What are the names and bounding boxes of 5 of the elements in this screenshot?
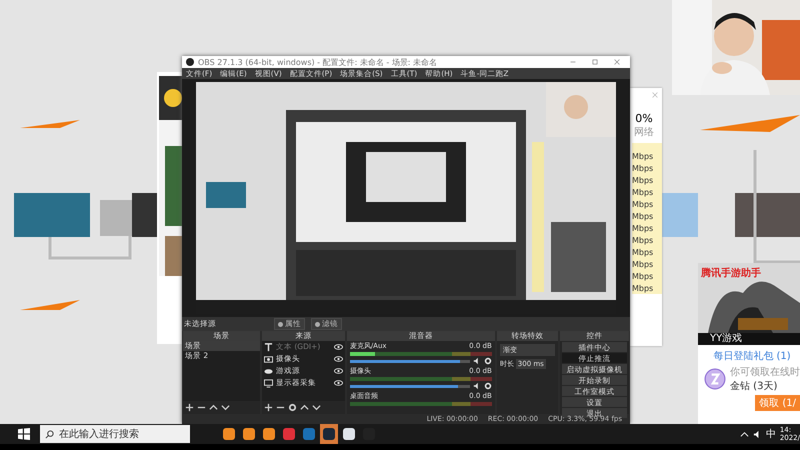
windows-logo-icon[interactable] [18, 428, 30, 440]
search-icon [45, 430, 54, 438]
search-field[interactable]: 在此输入进行搜索 [40, 425, 190, 443]
input-method-indicator[interactable]: 中 [766, 427, 776, 441]
chevron-up-icon[interactable] [740, 430, 749, 438]
